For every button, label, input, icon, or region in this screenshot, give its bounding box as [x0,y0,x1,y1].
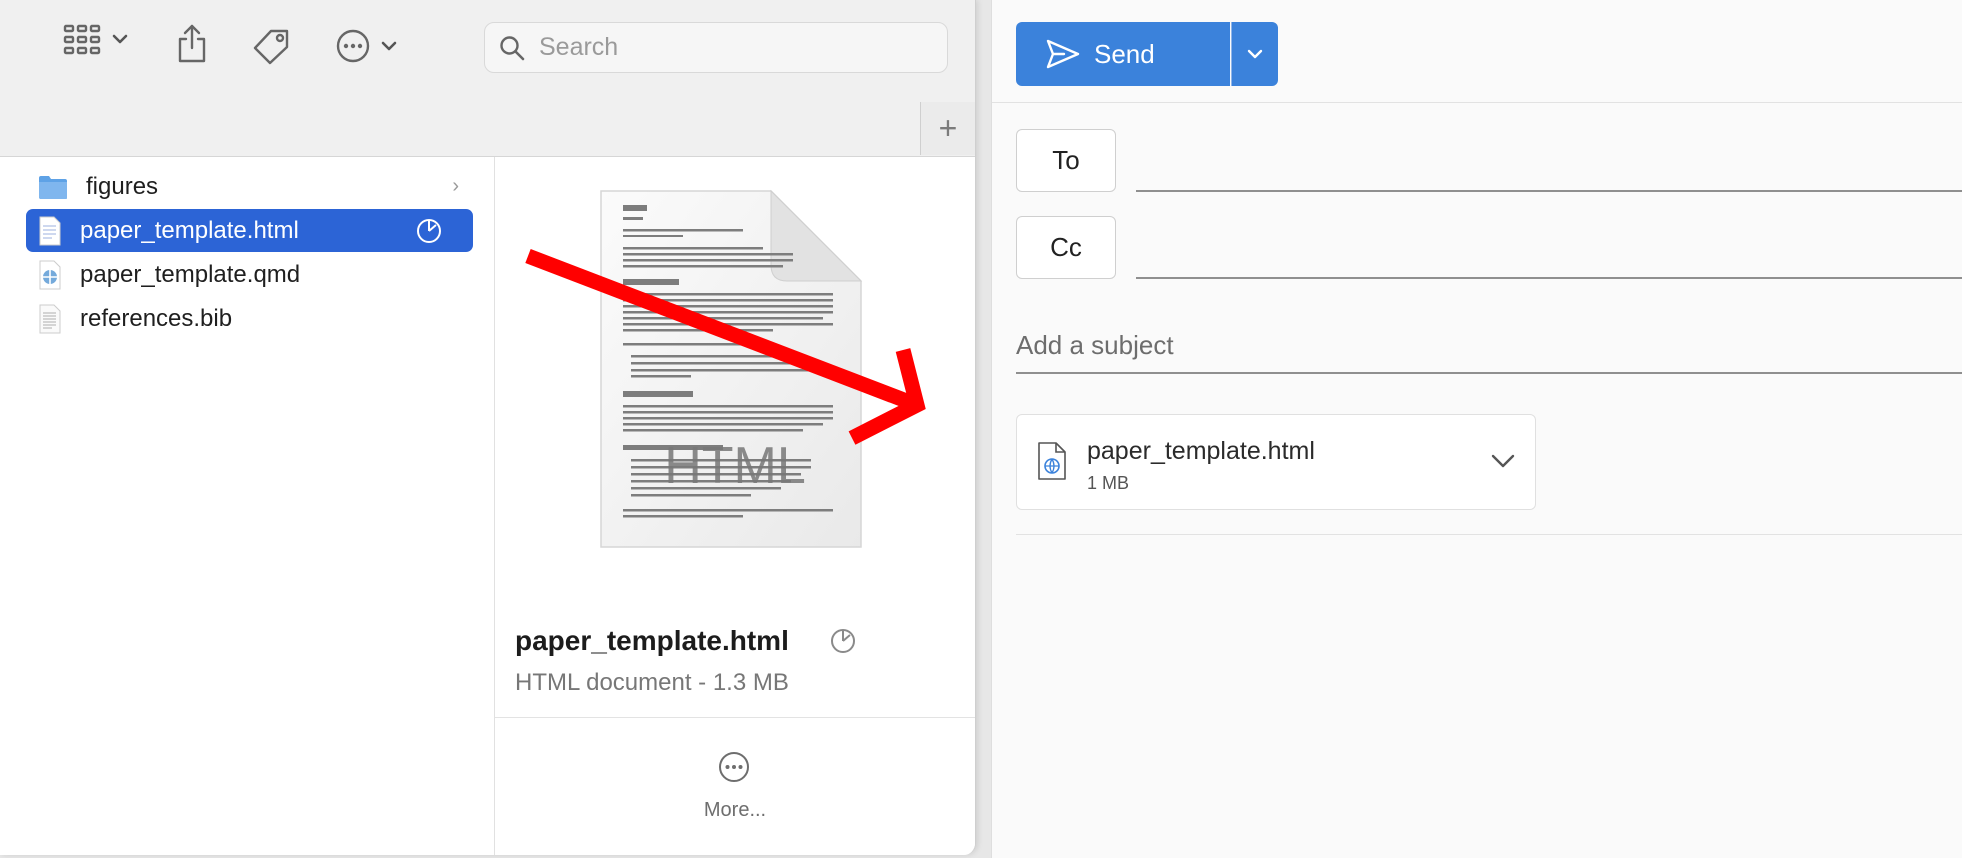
mail-compose-window: Send To Cc Add a subject paper_template.… [991,0,1962,858]
cc-input[interactable] [1136,277,1962,279]
attachment-card[interactable]: paper_template.html 1 MB [1016,414,1536,510]
file-name: figures [86,172,159,200]
share-button[interactable] [176,24,208,64]
view-options-button[interactable] [62,22,128,56]
ellipsis-circle-icon [336,29,370,63]
sync-status-icon [831,629,855,653]
ellipsis-circle-icon[interactable] [716,749,752,785]
search-placeholder: Search [539,33,619,61]
file-list: figures › paper_template.html paper_temp… [0,157,495,855]
chevron-right-icon: › [452,175,459,197]
finder-toolbar: Search + [0,0,975,157]
qmd-file-icon [39,260,61,289]
send-label: Send [1094,38,1155,69]
preview-file-name: paper_template.html [515,625,789,656]
tag-button[interactable] [251,28,291,66]
folder-icon [39,175,67,199]
attachment-name: paper_template.html [1087,437,1315,465]
to-input[interactable] [1136,190,1962,192]
grid-view-icon [63,24,101,55]
file-name: paper_template.html [80,216,299,244]
send-options-button[interactable] [1231,22,1278,86]
search-field[interactable]: Search [484,22,948,73]
subject-underline [1016,372,1962,374]
attachment-size: 1 MB [1087,473,1130,493]
chevron-down-icon [1247,49,1263,59]
thumbnail-label: HTML [664,437,806,495]
html-file-icon [39,216,61,245]
finder-window: Search + figures › paper_template.html p… [0,0,976,855]
sync-status-icon [417,219,441,243]
bib-file-icon [39,304,61,333]
preview-file-kind: HTML document - 1.3 MB [515,669,789,696]
chevron-down-icon [112,34,128,44]
chevron-down-icon [381,41,397,51]
compose-toolbar: Send [992,0,1962,103]
divider [1016,534,1962,535]
more-button[interactable]: More... [495,799,975,822]
file-name: references.bib [80,304,233,332]
to-button[interactable]: To [1016,129,1116,192]
file-row-paper-template-html[interactable]: paper_template.html [26,209,473,252]
plus-icon: + [938,110,958,146]
send-icon [1046,39,1080,69]
tag-icon [253,29,289,65]
divider [495,717,975,718]
file-row-figures[interactable]: figures › [26,165,473,208]
preview-pane: HTML paper_template.html HTML document -… [495,157,975,855]
search-icon [500,35,525,60]
cc-button[interactable]: Cc [1016,216,1116,279]
share-icon [178,24,206,63]
file-name: paper_template.qmd [80,260,301,288]
new-tab-button[interactable]: + [920,102,975,155]
more-actions-button[interactable] [335,28,397,64]
document-thumbnail: HTML [600,189,863,548]
web-file-icon [1038,442,1066,480]
file-row-paper-template-qmd[interactable]: paper_template.qmd [26,253,473,296]
file-row-references-bib[interactable]: references.bib [26,297,473,340]
chevron-down-icon[interactable] [1491,453,1515,469]
subject-input[interactable]: Add a subject [1016,330,1174,361]
send-button[interactable]: Send [1016,22,1230,86]
